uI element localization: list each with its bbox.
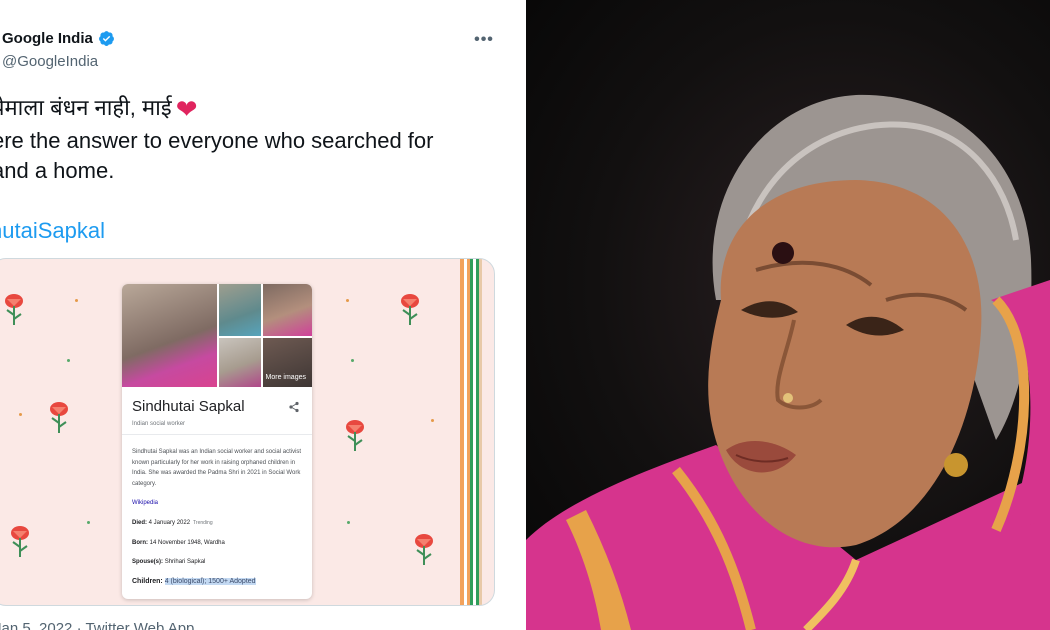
card-description: Sindhutai Sapkal was an Indian social wo…: [132, 449, 302, 487]
tricolor-border: [460, 259, 482, 605]
flower-icon: [415, 534, 433, 565]
share-icon[interactable]: [288, 401, 300, 413]
tweet: Google India @GoogleIndia ••• प्रेमाला ब…: [0, 0, 510, 630]
author-row: Google India: [2, 30, 115, 47]
card-title: Sindhutai Sapkal: [132, 398, 245, 415]
verified-badge-icon: [98, 31, 114, 46]
flower-icon: [11, 526, 29, 557]
flower-icon: [50, 402, 68, 433]
decor-dot: [431, 419, 434, 422]
divider: [122, 434, 312, 435]
fact-died: Died: 4 January 2022 Trending: [132, 520, 213, 526]
divider: [510, 0, 526, 630]
decor-dot: [19, 413, 22, 416]
more-images-link[interactable]: More images: [266, 374, 306, 381]
decor-dot: [351, 359, 354, 362]
tweet-text-line-3: and a home.: [0, 158, 115, 183]
flower-icon: [346, 420, 364, 451]
portrait-photo: [526, 0, 1050, 630]
flower-icon: [401, 294, 419, 325]
decor-dot: [75, 299, 78, 302]
wikipedia-link[interactable]: Wikipedia: [132, 500, 158, 506]
tweet-text-marathi: प्रेमाला बंधन नाही, माई: [0, 95, 172, 120]
tweet-media-image[interactable]: More images Sindhutai Sapkal Indian soci…: [0, 258, 495, 606]
fact-spouse: Spouse(s): Shrihari Sapkal: [132, 559, 206, 565]
tweet-text-line-2: ere the answer to everyone who searched …: [0, 128, 434, 153]
tweet-timestamp[interactable]: Jan 5, 2022 · Twitter Web App: [0, 620, 194, 630]
flower-icon: [5, 294, 23, 325]
decor-dot: [87, 521, 90, 524]
photo-main: [122, 284, 217, 387]
display-name[interactable]: Google India: [2, 30, 93, 47]
more-options-icon[interactable]: •••: [474, 30, 494, 50]
fact-born: Born: 14 November 1948, Wardha: [132, 540, 225, 546]
portrait-illustration: [526, 94, 1050, 630]
decor-dot: [67, 359, 70, 362]
tweet-text-line-1: प्रेमाला बंधन नाही, माई ❤: [0, 93, 197, 124]
knowledge-panel-card: More images Sindhutai Sapkal Indian soci…: [122, 284, 312, 599]
hashtag-link[interactable]: hutaiSapkal: [0, 216, 105, 246]
decor-dot: [346, 299, 349, 302]
photo-thumb: [219, 284, 261, 336]
card-subtitle: Indian social worker: [132, 421, 186, 427]
decor-dot: [347, 521, 350, 524]
photo-thumb: [263, 284, 312, 336]
handle[interactable]: @GoogleIndia: [2, 53, 98, 70]
heart-emoji-icon: ❤: [175, 94, 198, 124]
fact-children: Children: 4 (biological); 1500+ Adopted: [132, 578, 256, 585]
photo-thumb: [219, 338, 261, 387]
